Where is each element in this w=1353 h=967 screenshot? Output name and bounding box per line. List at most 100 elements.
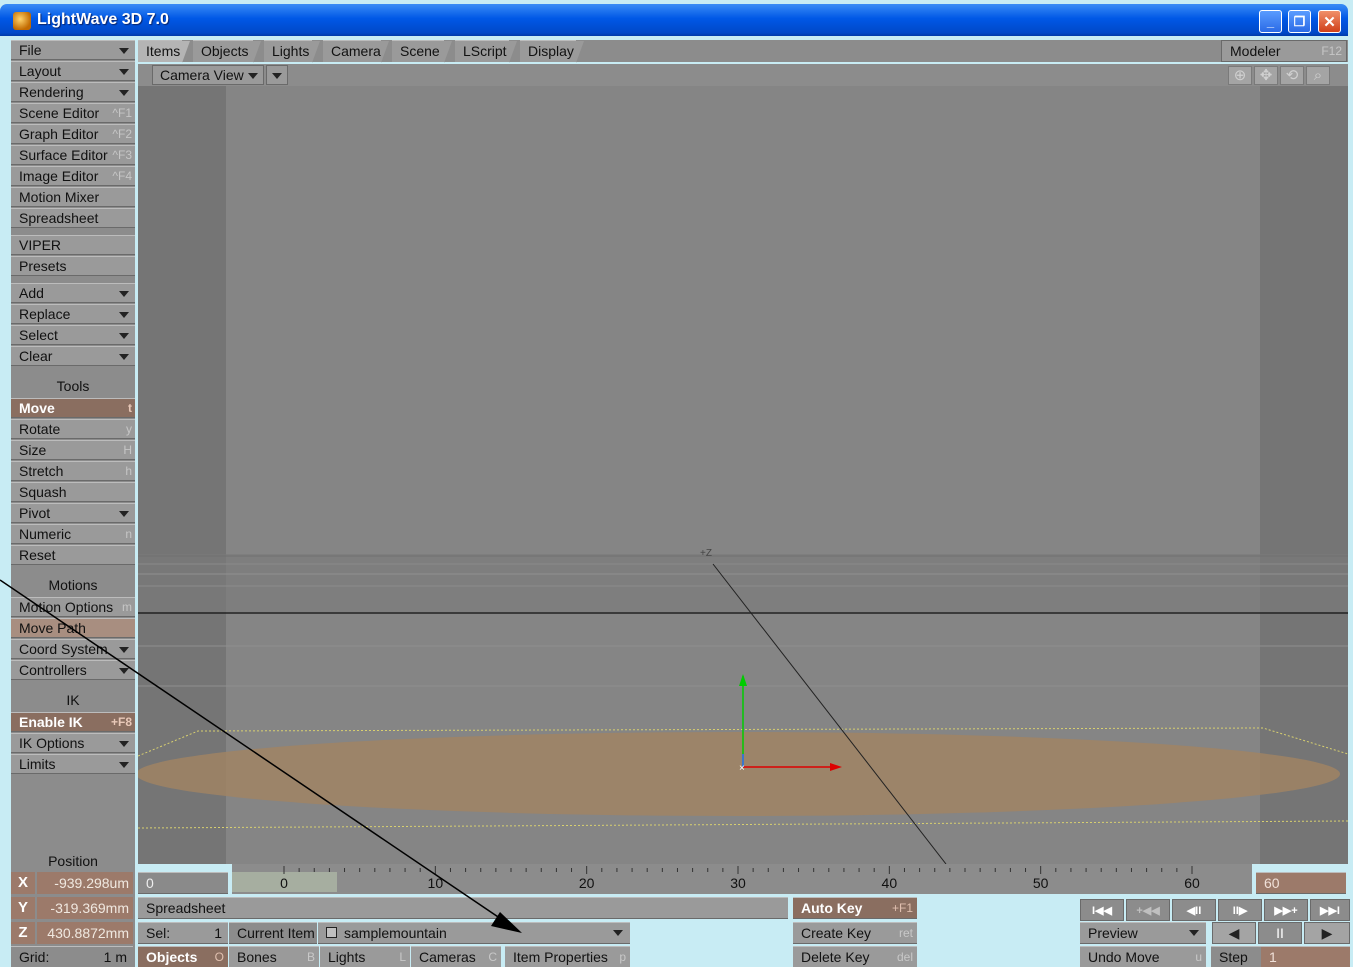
tab-display[interactable]: Display <box>520 40 584 63</box>
next-key-button[interactable]: ▶▶+ <box>1264 899 1308 921</box>
modeler-button[interactable]: Modeler F12 <box>1221 40 1347 62</box>
graph-editor-button[interactable]: Graph Editor ^F2 <box>11 124 135 144</box>
select-menu[interactable]: Select <box>11 325 135 345</box>
spreadsheet-bar[interactable]: Spreadsheet <box>138 897 788 919</box>
left-toolbar: File Layout Rendering Scene Editor ^F1 Gr… <box>11 40 135 967</box>
add-menu[interactable]: Add <box>11 283 135 303</box>
first-frame-button[interactable]: I◀◀ <box>1080 899 1124 921</box>
dropdown-arrow-icon <box>119 333 129 339</box>
last-frame-button[interactable]: ▶▶I <box>1310 899 1350 921</box>
tab-camera[interactable]: Camera <box>323 40 389 63</box>
tab-scene[interactable]: Scene <box>392 40 452 63</box>
rendering-menu[interactable]: Rendering <box>11 82 135 102</box>
filter-objects-button[interactable]: Objects O <box>138 946 228 967</box>
presets-button[interactable]: Presets <box>11 256 135 276</box>
step-field[interactable]: 1 <box>1261 946 1350 967</box>
motion-mixer-button[interactable]: Motion Mixer <box>11 187 135 207</box>
safe-area-right <box>1260 86 1348 864</box>
viper-button[interactable]: VIPER <box>11 235 135 255</box>
undo-button[interactable]: Undo Move u <box>1080 946 1206 967</box>
timeline-tick-label: 50 <box>1033 875 1049 891</box>
controllers-menu[interactable]: Controllers <box>11 660 135 680</box>
stretch-tool-button[interactable]: Stretch h <box>11 461 135 481</box>
ik-header: IK <box>11 689 135 711</box>
numeric-button[interactable]: Numeric n <box>11 524 135 544</box>
maximize-button[interactable]: ❐ <box>1288 10 1311 33</box>
timeline-tick-label: 30 <box>730 875 746 891</box>
move-tool-button[interactable]: Move t <box>11 398 135 418</box>
play-reverse-button[interactable]: ◀ <box>1212 922 1256 944</box>
limits-menu[interactable]: Limits <box>11 754 135 774</box>
window-title: LightWave 3D 7.0 <box>37 11 169 28</box>
dropdown-arrow-icon <box>119 511 129 517</box>
close-button[interactable]: ✕ <box>1318 10 1341 33</box>
filter-cameras-button[interactable]: Cameras C <box>411 946 501 967</box>
z-coord-field[interactable]: 430.8872mm <box>37 922 133 944</box>
dropdown-arrow-icon <box>248 73 258 79</box>
timeline-slider[interactable]: 0 10 20 30 40 50 60 <box>232 864 1252 894</box>
move-path-button[interactable]: Move Path <box>11 618 135 638</box>
tab-lights[interactable]: Lights <box>264 40 320 63</box>
zoom-view-icon[interactable]: ⌕ <box>1306 66 1330 85</box>
timeline-tick-label: 60 <box>1184 875 1200 891</box>
file-menu[interactable]: File <box>11 40 135 60</box>
create-key-button[interactable]: Create Key ret <box>793 922 917 944</box>
timeline-tick-label: 0 <box>280 875 288 891</box>
clear-menu[interactable]: Clear <box>11 346 135 366</box>
dropdown-arrow-icon <box>119 312 129 318</box>
view-type-select[interactable]: Camera View <box>152 65 264 85</box>
dropdown-arrow-icon <box>613 930 623 936</box>
next-frame-button[interactable]: II▶ <box>1218 899 1262 921</box>
viewport-options-button[interactable] <box>266 65 288 85</box>
size-tool-button[interactable]: Size H <box>11 440 135 460</box>
reset-button[interactable]: Reset <box>11 545 135 565</box>
item-properties-button[interactable]: Item Properties p <box>505 946 630 967</box>
timeline-start-field[interactable]: 0 <box>138 872 228 894</box>
replace-menu[interactable]: Replace <box>11 304 135 324</box>
squash-tool-button[interactable]: Squash <box>11 482 135 502</box>
delete-key-button[interactable]: Delete Key del <box>793 946 917 967</box>
previous-frame-button[interactable]: ◀II <box>1172 899 1216 921</box>
pivot-menu[interactable]: Pivot <box>11 503 135 523</box>
previous-key-button[interactable]: +◀◀ <box>1126 899 1170 921</box>
motions-header: Motions <box>11 574 135 596</box>
y-coord-field[interactable]: -319.369mm <box>37 897 133 919</box>
auto-key-button[interactable]: Auto Key +F1 <box>793 897 917 919</box>
camera-viewport[interactable]: +Z × <box>138 86 1348 864</box>
dropdown-arrow-icon <box>119 90 129 96</box>
title-bar: LightWave 3D 7.0 _ ❐ ✕ <box>0 4 1348 36</box>
y-coord-label: Y <box>11 897 35 919</box>
enable-ik-button[interactable]: Enable IK +F8 <box>11 712 135 732</box>
image-editor-button[interactable]: Image Editor ^F4 <box>11 166 135 186</box>
ground-object[interactable] <box>138 732 1340 816</box>
spreadsheet-button[interactable]: Spreadsheet <box>11 208 135 228</box>
pan-view-icon[interactable]: ✥ <box>1254 66 1278 85</box>
current-item-select[interactable]: samplemountain <box>318 922 630 944</box>
svg-text:×: × <box>739 763 745 774</box>
x-coord-field[interactable]: -939.298um <box>37 872 133 894</box>
rotate-tool-button[interactable]: Rotate y <box>11 419 135 439</box>
tab-items[interactable]: Items <box>138 40 190 63</box>
minimize-button[interactable]: _ <box>1259 10 1282 33</box>
play-button[interactable]: ▶ <box>1304 922 1350 944</box>
rotate-view-icon[interactable]: ⟲ <box>1280 66 1304 85</box>
preview-menu[interactable]: Preview <box>1080 922 1206 944</box>
coord-system-menu[interactable]: Coord System <box>11 639 135 659</box>
pause-button[interactable]: II <box>1258 922 1302 944</box>
z-axis-label: +Z <box>700 548 712 559</box>
filter-lights-button[interactable]: Lights L <box>320 946 410 967</box>
step-label: Step <box>1211 946 1261 967</box>
scene-editor-button[interactable]: Scene Editor ^F1 <box>11 103 135 123</box>
motion-options-button[interactable]: Motion Options m <box>11 597 135 617</box>
move-view-icon[interactable]: ⊕ <box>1228 66 1252 85</box>
dropdown-arrow-icon <box>119 48 129 54</box>
layout-menu[interactable]: Layout <box>11 61 135 81</box>
ik-options-menu[interactable]: IK Options <box>11 733 135 753</box>
tab-objects[interactable]: Objects <box>193 40 261 63</box>
dropdown-arrow-icon <box>119 354 129 360</box>
surface-editor-button[interactable]: Surface Editor ^F3 <box>11 145 135 165</box>
filter-bones-button[interactable]: Bones B <box>229 946 319 967</box>
timeline-end-field[interactable]: 60 <box>1256 872 1346 894</box>
tab-lscript[interactable]: LScript <box>455 40 517 63</box>
tools-header: Tools <box>11 375 135 397</box>
